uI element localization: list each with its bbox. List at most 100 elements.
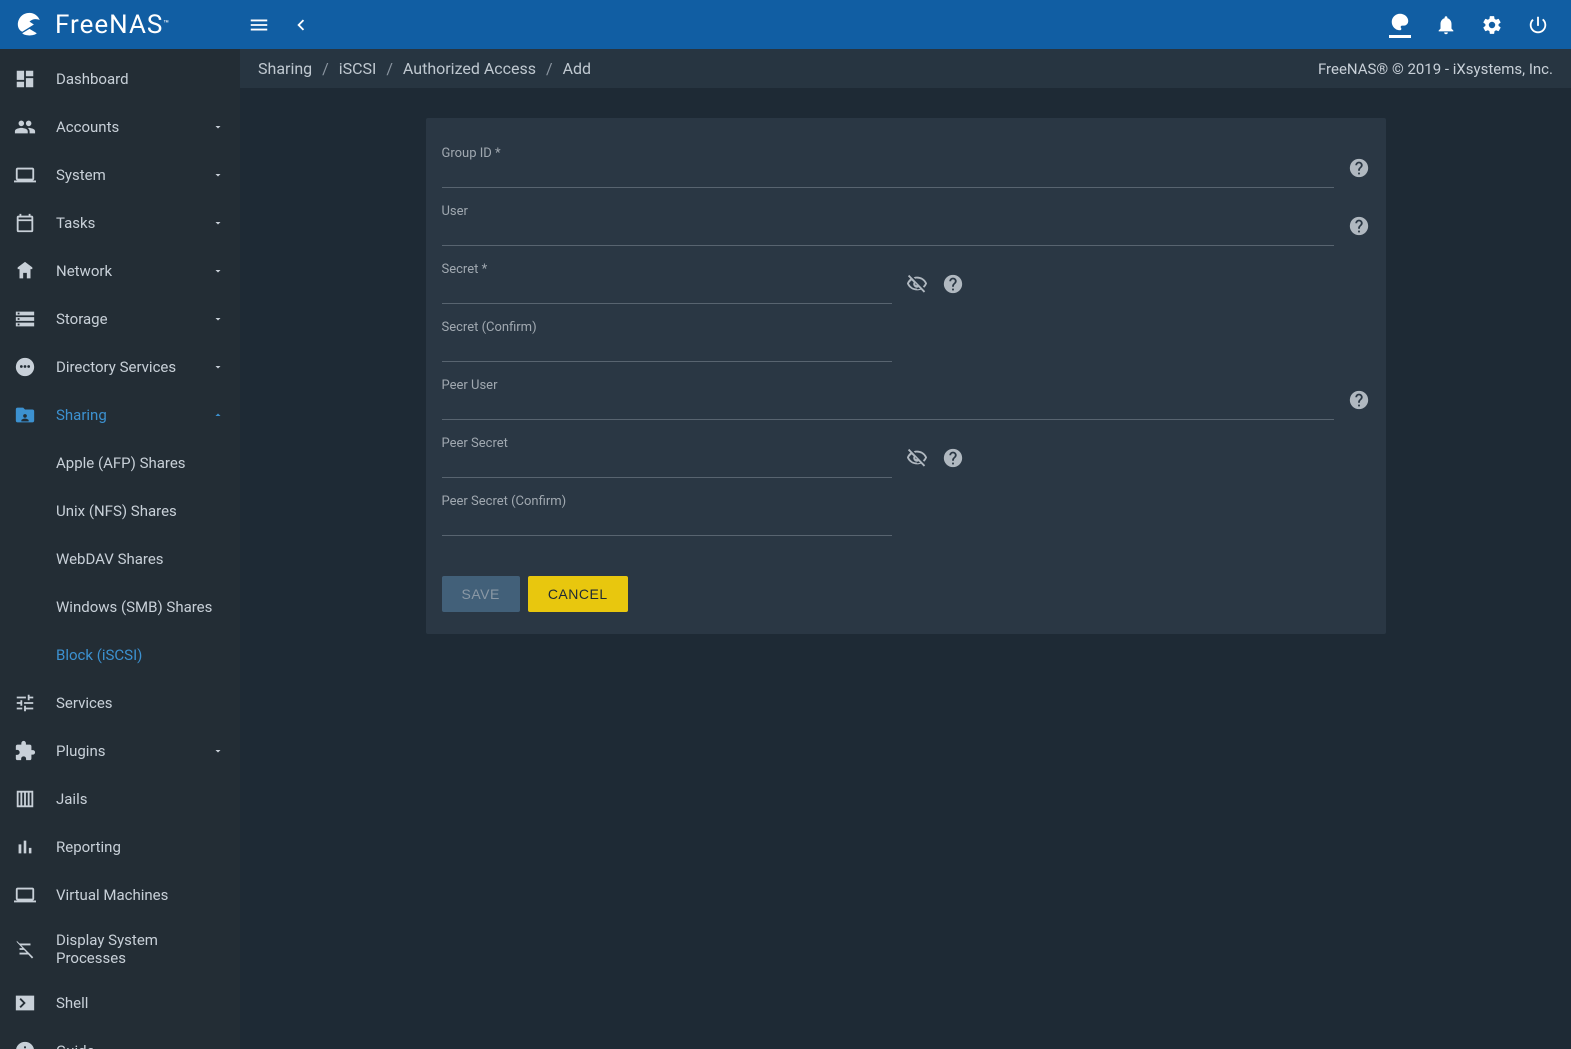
freenas-logo-icon — [12, 7, 47, 42]
vm-icon — [14, 884, 36, 906]
sidebar-label: Jails — [56, 790, 224, 808]
chart-icon — [14, 836, 36, 858]
caret-up-icon — [212, 409, 224, 421]
peer-secret-confirm-input[interactable] — [442, 496, 892, 536]
help-icon[interactable] — [1348, 157, 1370, 179]
sidebar-item-directory-services[interactable]: Directory Services — [0, 343, 240, 391]
breadcrumb: Sharing / iSCSI / Authorized Access / Ad… — [258, 59, 591, 78]
sidebar-label: Guide — [56, 1042, 224, 1049]
sidebar-item-vms[interactable]: Virtual Machines — [0, 871, 240, 919]
notifications-button[interactable] — [1435, 14, 1457, 36]
secret-confirm-input[interactable] — [442, 322, 892, 362]
secret-input[interactable] — [442, 264, 892, 304]
sidebar-sub-webdav[interactable]: WebDAV Shares — [0, 535, 240, 583]
crumb-add[interactable]: Add — [563, 59, 591, 78]
sidebar-label: System — [56, 166, 212, 184]
sidebar-item-tasks[interactable]: Tasks — [0, 199, 240, 247]
settings-button[interactable] — [1481, 14, 1503, 36]
sidebar-item-reporting[interactable]: Reporting — [0, 823, 240, 871]
jail-icon — [14, 788, 36, 810]
sidebar-sub-afp[interactable]: Apple (AFP) Shares — [0, 439, 240, 487]
sidebar-label: Reporting — [56, 838, 224, 856]
caret-down-icon — [212, 217, 224, 229]
sidebar-item-services[interactable]: Services — [0, 679, 240, 727]
sidebar-label: Virtual Machines — [56, 886, 224, 904]
plugin-icon — [14, 740, 36, 762]
menu-toggle-button[interactable] — [248, 14, 270, 36]
crumb-sharing[interactable]: Sharing — [258, 59, 312, 78]
shell-icon — [14, 992, 36, 1014]
theme-icon — [1389, 11, 1411, 33]
power-button[interactable] — [1527, 14, 1549, 36]
help-icon[interactable] — [942, 273, 964, 295]
power-icon — [1527, 14, 1549, 36]
cancel-button[interactable]: CANCEL — [528, 576, 628, 612]
peer-user-input[interactable] — [442, 380, 1334, 420]
sidebar-label: Shell — [56, 994, 224, 1012]
menu-icon — [248, 14, 270, 36]
sidebar-sub-iscsi[interactable]: Block (iSCSI) — [0, 631, 240, 679]
sidebar-label: Dashboard — [56, 70, 224, 88]
laptop-icon — [14, 164, 36, 186]
sidebar-item-dsp[interactable]: Display System Processes — [0, 919, 240, 979]
content-area: Sharing / iSCSI / Authorized Access / Ad… — [240, 49, 1571, 1049]
sidebar-item-system[interactable]: System — [0, 151, 240, 199]
crumb-authorized-access[interactable]: Authorized Access — [403, 59, 536, 78]
sidebar-sub-nfs[interactable]: Unix (NFS) Shares — [0, 487, 240, 535]
crumb-iscsi[interactable]: iSCSI — [339, 59, 377, 78]
brand-text: FreeNAS™ — [55, 10, 169, 40]
sidebar-label: Accounts — [56, 118, 212, 136]
save-button[interactable]: SAVE — [442, 576, 520, 612]
help-icon[interactable] — [1348, 389, 1370, 411]
crumb-sep: / — [386, 59, 393, 78]
dashboard-icon — [14, 68, 36, 90]
sidebar-item-storage[interactable]: Storage — [0, 295, 240, 343]
sidebar-label: Storage — [56, 310, 212, 328]
visibility-off-icon[interactable] — [906, 447, 928, 469]
tune-icon — [14, 692, 36, 714]
copyright-text: FreeNAS® © 2019 - iXsystems, Inc. — [1318, 60, 1553, 78]
crumb-sep: / — [546, 59, 553, 78]
sidebar-sub-smb[interactable]: Windows (SMB) Shares — [0, 583, 240, 631]
sidebar-item-plugins[interactable]: Plugins — [0, 727, 240, 775]
sidebar-item-jails[interactable]: Jails — [0, 775, 240, 823]
caret-down-icon — [212, 313, 224, 325]
sidebar-label: Services — [56, 694, 224, 712]
help-icon[interactable] — [942, 447, 964, 469]
calendar-icon — [14, 212, 36, 234]
circle-dots-icon — [14, 356, 36, 378]
gear-icon — [1481, 14, 1503, 36]
caret-down-icon — [212, 265, 224, 277]
sidebar-item-network[interactable]: Network — [0, 247, 240, 295]
collapse-sidebar-button[interactable] — [290, 14, 312, 36]
sidebar-item-dashboard[interactable]: Dashboard — [0, 55, 240, 103]
help-icon[interactable] — [1348, 215, 1370, 237]
caret-down-icon — [212, 745, 224, 757]
sidebar: Dashboard Accounts System Tasks Network … — [0, 49, 240, 1049]
sidebar-label: Display System Processes — [56, 931, 224, 967]
breadcrumb-bar: Sharing / iSCSI / Authorized Access / Ad… — [240, 49, 1571, 88]
sidebar-item-sharing[interactable]: Sharing — [0, 391, 240, 439]
topbar: FreeNAS™ — [0, 0, 1571, 49]
caret-down-icon — [212, 169, 224, 181]
sidebar-label: Sharing — [56, 406, 212, 424]
peer-secret-input[interactable] — [442, 438, 892, 478]
info-icon — [14, 1040, 36, 1049]
dsp-icon — [14, 938, 36, 960]
sidebar-item-shell[interactable]: Shell — [0, 979, 240, 1027]
sidebar-label: Tasks — [56, 214, 212, 232]
user-input[interactable] — [442, 206, 1334, 246]
people-icon — [14, 116, 36, 138]
caret-down-icon — [212, 361, 224, 373]
visibility-off-icon[interactable] — [906, 273, 928, 295]
crumb-sep: / — [322, 59, 329, 78]
theme-button[interactable] — [1389, 11, 1411, 38]
group-id-input[interactable] — [442, 148, 1334, 188]
sidebar-label: Plugins — [56, 742, 212, 760]
sidebar-label: Network — [56, 262, 212, 280]
logo-area: FreeNAS™ — [12, 7, 240, 42]
sidebar-item-accounts[interactable]: Accounts — [0, 103, 240, 151]
sidebar-item-guide[interactable]: Guide — [0, 1027, 240, 1049]
hub-icon — [14, 260, 36, 282]
caret-down-icon — [212, 121, 224, 133]
